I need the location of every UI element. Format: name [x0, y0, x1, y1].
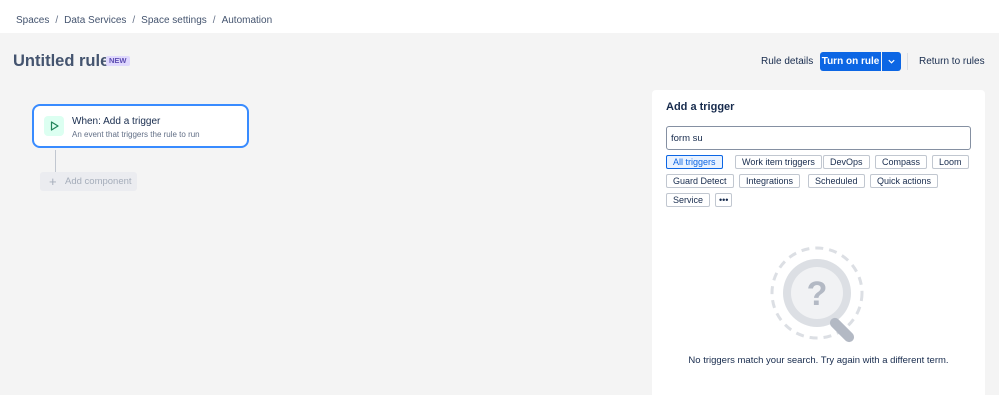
rule-details-button[interactable]: Rule details: [755, 52, 819, 71]
trigger-search-input[interactable]: [666, 126, 971, 150]
trigger-title: When: Add a trigger: [72, 116, 161, 127]
turn-on-rule-button[interactable]: Turn on rule: [820, 52, 881, 71]
new-badge: NEW: [106, 56, 130, 66]
chevron-down-icon: [888, 59, 895, 64]
chip-integrations[interactable]: Integrations: [739, 174, 801, 188]
breadcrumb-spaces[interactable]: Spaces: [16, 15, 49, 26]
trigger-card[interactable]: When: Add a trigger An event that trigge…: [32, 104, 249, 148]
chip-service[interactable]: Service: [666, 193, 711, 207]
breadcrumb-space-settings[interactable]: Space settings: [141, 15, 207, 26]
panel-title: Add a trigger: [666, 101, 735, 113]
trigger-panel: Add a trigger All triggers Work item tri…: [652, 90, 985, 395]
connector-line: [55, 150, 56, 172]
page-title[interactable]: Untitled rule: [13, 52, 109, 71]
top-bar: Spaces / Data Services / Space settings …: [0, 0, 999, 33]
chip-compass[interactable]: Compass: [875, 155, 928, 169]
empty-state-message: No triggers match your search. Try again…: [688, 355, 949, 366]
chip-loom[interactable]: Loom: [932, 155, 969, 169]
chip-guard-detect[interactable]: Guard Detect: [666, 174, 734, 188]
breadcrumb-separator: /: [212, 15, 216, 26]
no-results-magnifier-icon: ?: [770, 246, 864, 343]
header-divider: [907, 53, 908, 70]
more-chips-button[interactable]: •••: [715, 193, 733, 207]
add-component-label: Add component: [65, 176, 132, 187]
return-to-rules-button[interactable]: Return to rules: [913, 52, 991, 71]
breadcrumb-separator: /: [55, 15, 59, 26]
chip-devops[interactable]: DevOps: [823, 155, 870, 169]
chip-work-item-triggers[interactable]: Work item triggers: [735, 155, 822, 169]
chip-all-triggers[interactable]: All triggers: [666, 155, 723, 169]
breadcrumb-separator: /: [132, 15, 136, 26]
turn-on-dropdown-button[interactable]: [882, 52, 901, 71]
breadcrumb-data-services[interactable]: Data Services: [64, 15, 126, 26]
breadcrumb-automation[interactable]: Automation: [222, 15, 273, 26]
chip-quick-actions[interactable]: Quick actions: [870, 174, 939, 188]
chip-scheduled[interactable]: Scheduled: [808, 174, 865, 188]
breadcrumb: Spaces / Data Services / Space settings …: [16, 15, 272, 26]
play-icon: [44, 116, 64, 136]
plus-icon: +: [49, 174, 57, 189]
trigger-subtitle: An event that triggers the rule to run: [72, 130, 200, 139]
svg-text:?: ?: [807, 275, 828, 313]
add-component-button[interactable]: + Add component: [40, 172, 137, 191]
